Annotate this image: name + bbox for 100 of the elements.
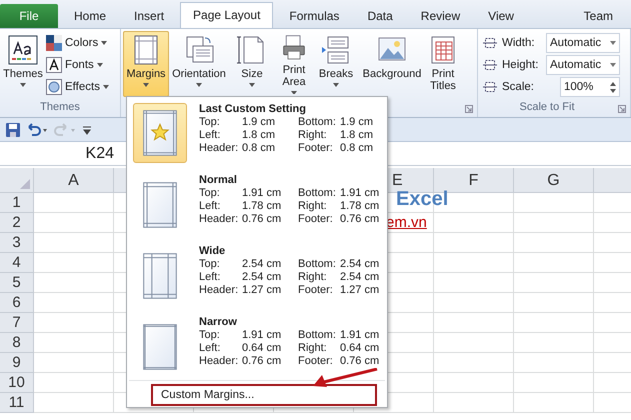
margin-value: 0.76 cm xyxy=(340,355,380,368)
margin-value: 0.76 cm xyxy=(340,213,380,226)
customize-icon[interactable] xyxy=(82,124,92,134)
margin-label: Left: xyxy=(199,271,222,284)
dialog-launcher-icon[interactable] xyxy=(618,105,626,113)
row-header[interactable]: 10 xyxy=(0,373,34,393)
margin-value: 0.8 cm xyxy=(242,142,276,155)
ribbon-tab[interactable]: Team xyxy=(572,4,625,28)
margin-preset[interactable]: Last Custom Setting Top: 1.9 cm Bottom: 1.9 cm Left: 1.8 cm Right: 1.8 cm Header: 0.8 cm Footer: 0.8 cm xyxy=(127,97,387,168)
file-tab[interactable]: File xyxy=(0,4,58,28)
field-label: Width: xyxy=(502,37,536,49)
margin-label: Left: xyxy=(199,129,222,142)
ribbon-tab[interactable]: Home xyxy=(62,4,118,28)
size-button[interactable]: Size xyxy=(229,31,275,97)
margin-label: Right: xyxy=(298,129,328,142)
margins-button[interactable]: Margins xyxy=(123,31,169,97)
margin-value: 1.27 cm xyxy=(340,284,380,297)
margin-label: Left: xyxy=(199,342,222,355)
row-header[interactable]: 2 xyxy=(0,213,34,233)
margin-value: 1.8 cm xyxy=(242,129,276,142)
margin-label: Bottom: xyxy=(298,187,337,200)
margin-value: 0.64 cm xyxy=(340,342,380,355)
margin-label: Right: xyxy=(298,200,328,213)
themes-icon xyxy=(7,34,39,66)
dialog-launcher-icon[interactable] xyxy=(465,105,473,113)
font-icon xyxy=(46,56,62,72)
breaks-button[interactable]: Breaks xyxy=(313,31,359,97)
page-margins-icon xyxy=(143,324,177,370)
margin-value: 1.9 cm xyxy=(340,116,374,129)
margin-value: 1.78 cm xyxy=(242,200,282,213)
spinner-arrows-icon[interactable] xyxy=(610,82,616,92)
margin-value: 0.8 cm xyxy=(340,142,374,155)
dropdown-field[interactable]: Automatic xyxy=(546,33,620,53)
margin-label: Footer: xyxy=(298,284,334,297)
margin-value: 2.54 cm xyxy=(340,258,380,271)
margin-label: Top: xyxy=(199,187,221,200)
print-area-button[interactable]: Print Area xyxy=(276,31,312,97)
margin-label: Header: xyxy=(199,142,240,155)
margin-value: 2.54 cm xyxy=(340,271,380,284)
margin-value: 1.27 cm xyxy=(242,284,282,297)
page-margins-icon xyxy=(143,253,177,299)
margin-label: Bottom: xyxy=(298,258,337,271)
field-label: Scale: xyxy=(502,81,535,93)
theme-option-button[interactable]: Colors xyxy=(45,33,110,52)
margin-label: Right: xyxy=(298,271,328,284)
margin-value: 0.64 cm xyxy=(242,342,282,355)
undo-icon[interactable] xyxy=(26,122,48,136)
margin-preset[interactable]: Narrow Top: 1.91 cm Bottom: 1.91 cm Left: 0.64 cm Right: 0.64 cm Header: 0.76 cm Footer: 0.76 cm xyxy=(127,310,387,381)
margin-preset[interactable]: Wide Top: 2.54 cm Bottom: 2.54 cm Left: 2.54 cm Right: 2.54 cm Header: 1.27 cm Footer: 1.27 cm xyxy=(127,239,387,310)
caret-icon xyxy=(610,41,616,45)
margin-label: Bottom: xyxy=(298,329,337,342)
annotation-arrow xyxy=(312,368,378,388)
preset-name: Wide xyxy=(199,245,226,258)
spinner-field[interactable]: 100% xyxy=(560,77,620,97)
ribbon-tab[interactable]: View xyxy=(476,4,526,28)
select-all-button[interactable] xyxy=(0,168,34,193)
theme-option-button[interactable]: Fonts xyxy=(45,55,110,74)
effects-icon xyxy=(46,78,62,94)
row-header[interactable]: 1 xyxy=(0,193,34,213)
custom-margins-item[interactable]: Custom Margins... xyxy=(151,384,377,406)
margin-label: Top: xyxy=(199,329,221,342)
margin-label: Right: xyxy=(298,342,328,355)
page-margins-icon xyxy=(143,182,177,228)
caret-icon xyxy=(610,63,616,67)
margin-value: 0.76 cm xyxy=(242,213,282,226)
save-icon[interactable] xyxy=(6,122,20,136)
ribbon-tab[interactable]: Insert xyxy=(122,4,176,28)
field-label: Height: xyxy=(502,59,540,71)
margin-label: Top: xyxy=(199,258,221,271)
ribbon-tab[interactable]: Formulas xyxy=(277,4,352,28)
ribbon-tab[interactable]: Review xyxy=(408,4,472,28)
themes-button[interactable]: Themes xyxy=(2,31,44,97)
margin-label: Header: xyxy=(199,284,240,297)
ribbon-tab[interactable]: Page Layout xyxy=(180,2,274,28)
page-margins-icon xyxy=(143,110,177,156)
margin-value: 1.9 cm xyxy=(242,116,276,129)
orientation-button[interactable]: Orientation xyxy=(170,31,228,97)
margin-value: 1.91 cm xyxy=(242,329,282,342)
row-header[interactable]: 9 xyxy=(0,353,34,373)
print-titles-button[interactable]: Print Titles xyxy=(425,31,461,97)
row-header[interactable]: 4 xyxy=(0,253,34,273)
row-header[interactable]: 8 xyxy=(0,333,34,353)
row-header[interactable]: 5 xyxy=(0,273,34,293)
column-header[interactable]: A xyxy=(34,168,114,193)
margin-label: Footer: xyxy=(298,355,334,368)
dropdown-field[interactable]: Automatic xyxy=(546,55,620,75)
group-label: Scale to Fit xyxy=(518,101,576,115)
row-header[interactable]: 7 xyxy=(0,313,34,333)
row-header[interactable]: 11 xyxy=(0,393,34,413)
margin-label: Header: xyxy=(199,213,240,226)
row-header[interactable]: 3 xyxy=(0,233,34,253)
row-header[interactable]: 6 xyxy=(0,293,34,313)
theme-option-button[interactable]: Effects xyxy=(45,77,110,96)
margin-label: Bottom: xyxy=(298,116,337,129)
ribbon-tab[interactable]: Data xyxy=(355,4,405,28)
margin-label: Left: xyxy=(199,200,222,213)
background-button[interactable]: Background xyxy=(360,31,424,97)
margin-value: 1.78 cm xyxy=(340,200,380,213)
column-header[interactable]: G xyxy=(514,168,594,193)
margin-label: Footer: xyxy=(298,213,334,226)
